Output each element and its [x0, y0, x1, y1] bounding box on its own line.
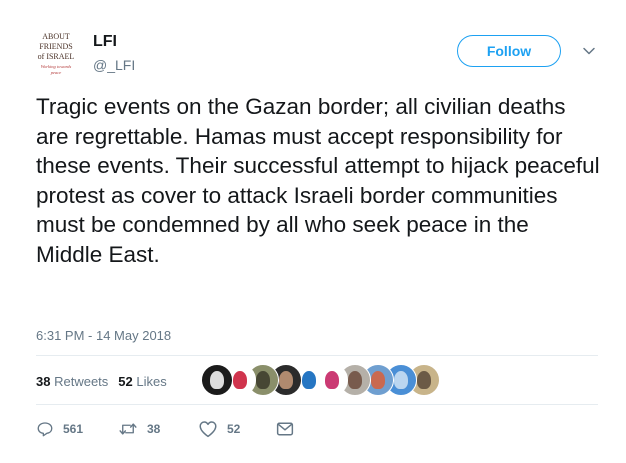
tweet-card: ABOUT FRIENDS of ISRAEL Working towards … — [0, 0, 626, 463]
portrait-avatar-3-motif — [348, 371, 362, 389]
retweet-count: 38 — [147, 422, 161, 436]
follow-button[interactable]: Follow — [457, 35, 561, 67]
chevron-down-icon[interactable] — [582, 44, 596, 58]
direct-message-button[interactable] — [276, 418, 303, 440]
tweet-text: Tragic events on the Gazan border; all c… — [36, 94, 606, 267]
heels-avatar-motif — [325, 371, 339, 389]
likes-stat[interactable]: 52 Likes — [118, 374, 166, 389]
retweet-icon — [119, 423, 137, 435]
svg-text:Working towards: Working towards — [41, 64, 72, 69]
portrait-avatar-4-motif — [417, 371, 431, 389]
landscape-avatar-motif — [371, 371, 385, 389]
retweets-label: Retweets — [54, 374, 109, 389]
author-name[interactable]: LFI — [93, 33, 117, 51]
retweets-count: 38 — [36, 374, 51, 389]
tweet-stats: 38 Retweets 52 Likes — [36, 374, 167, 389]
author-handle[interactable]: @_LFI — [93, 57, 135, 73]
reply-count: 561 — [63, 422, 84, 436]
svg-text:ABOUT: ABOUT — [42, 32, 70, 41]
tweet-timestamp[interactable]: 6:31 PM - 14 May 2018 — [36, 328, 171, 343]
svg-text:peace: peace — [50, 70, 62, 75]
friends-of-israel-logo: ABOUT FRIENDS of ISRAEL Working towards … — [30, 28, 82, 80]
divider — [36, 404, 598, 405]
author-avatar[interactable]: ABOUT FRIENDS of ISRAEL Working towards … — [30, 28, 82, 80]
likes-count: 52 — [118, 374, 133, 389]
svg-text:FRIENDS: FRIENDS — [39, 42, 72, 51]
blue-circle-avatar-motif — [394, 371, 408, 389]
svg-text:of ISRAEL: of ISRAEL — [38, 52, 75, 61]
retweets-stat[interactable]: 38 Retweets — [36, 374, 108, 389]
divider — [36, 355, 598, 356]
like-button[interactable]: 52 — [198, 418, 240, 440]
heart-icon — [199, 421, 217, 438]
i-love-nhs-avatar-motif — [302, 371, 316, 389]
facts-avatar[interactable] — [201, 364, 233, 396]
portrait-avatar-1-motif — [256, 371, 270, 389]
envelope-icon — [276, 422, 294, 436]
retweet-button[interactable]: 38 — [118, 418, 160, 440]
portrait-avatar-2-motif — [279, 371, 293, 389]
reply-button[interactable]: 561 — [36, 418, 83, 440]
likes-label: Likes — [136, 374, 167, 389]
like-count: 52 — [227, 422, 241, 436]
reply-icon — [37, 422, 53, 437]
red-devil-avatar-motif — [233, 371, 247, 389]
facts-avatar-motif — [210, 371, 224, 389]
